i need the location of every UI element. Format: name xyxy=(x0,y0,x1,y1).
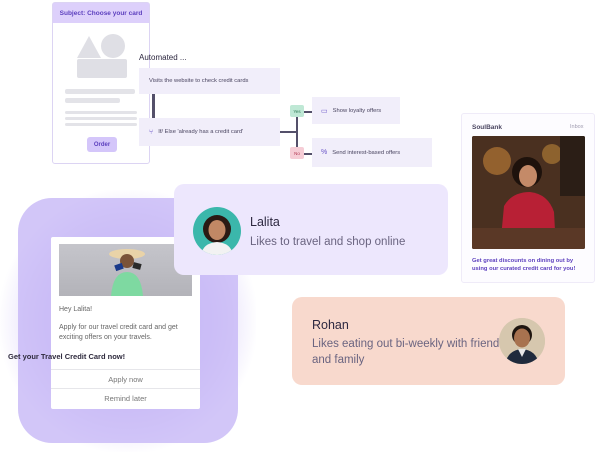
person-description: Likes eating out bi-weekly with friends … xyxy=(312,338,506,366)
avatar xyxy=(499,318,545,364)
workflow-step-label: Visits the website to check credit cards xyxy=(149,78,249,84)
workflow-step-ifelse[interactable]: ⑂ If/ Else 'already has a credit card' xyxy=(139,118,280,146)
bank-message: Get great discounts on dining out by usi… xyxy=(472,258,576,272)
no-badge: No xyxy=(290,147,304,159)
text-placeholder-line xyxy=(65,111,137,114)
workflow-branch-interest[interactable]: % Send interest-based offers xyxy=(312,138,432,167)
text-placeholder-line xyxy=(65,117,137,120)
workflow-step-label: If/ Else 'already has a credit card' xyxy=(158,129,244,135)
remind-later-button[interactable]: Remind later xyxy=(51,388,200,407)
workflow-title: Automated ... xyxy=(139,53,187,62)
text-placeholder-line xyxy=(65,98,120,103)
workflow-connector xyxy=(304,111,312,113)
person-description: Likes to travel and shop online xyxy=(250,236,406,248)
ad-body: Apply for our travel credit card and get… xyxy=(59,324,178,341)
ad-photo xyxy=(59,244,192,296)
inbox-label: Inbox xyxy=(570,124,584,130)
workflow-connector xyxy=(296,112,298,152)
avatar xyxy=(193,207,241,255)
rect-placeholder-icon xyxy=(77,59,127,78)
branch-icon: ⑂ xyxy=(149,128,154,136)
bank-brand: SoulBank xyxy=(472,124,502,131)
triangle-placeholder-icon xyxy=(77,36,101,58)
dining-photo xyxy=(472,136,585,249)
workflow-step-label: Show loyalty offers xyxy=(332,107,382,114)
text-placeholder-line xyxy=(65,89,135,94)
email-subject: Subject: Choose your card xyxy=(53,3,149,23)
circle-placeholder-icon xyxy=(101,34,125,58)
workflow-branch-loyalty[interactable]: ▭ Show loyalty offers xyxy=(312,97,400,124)
percent-icon: % xyxy=(321,149,328,156)
person-name: Lalita xyxy=(250,215,280,229)
text-placeholder-line xyxy=(65,123,137,126)
email-template-card: Subject: Choose your card Order xyxy=(52,2,150,164)
ad-greeting: Hey Lalita! xyxy=(59,306,93,313)
person-name: Rohan xyxy=(312,318,349,332)
workflow-connector xyxy=(152,94,155,118)
workflow-step-label: Send interest-based offers xyxy=(332,149,401,156)
order-button[interactable]: Order xyxy=(87,137,117,152)
card-icon: ▭ xyxy=(321,107,328,115)
workflow-connector xyxy=(304,153,312,155)
apply-now-button[interactable]: Apply now xyxy=(51,369,200,388)
yes-badge: Yes xyxy=(290,105,304,117)
image-placeholder xyxy=(75,33,131,79)
bank-email-card: SoulBank Inbox Get great discounts on di… xyxy=(461,113,595,283)
rohan-profile-card: Rohan Likes eating out bi-weekly with fr… xyxy=(292,297,565,385)
ad-cta: Get your Travel Credit Card now! xyxy=(8,352,126,361)
workflow-connector xyxy=(280,131,296,133)
workflow-step-visit[interactable]: Visits the website to check credit cards xyxy=(139,68,280,94)
lalita-profile-card: Lalita Likes to travel and shop online xyxy=(174,184,448,275)
